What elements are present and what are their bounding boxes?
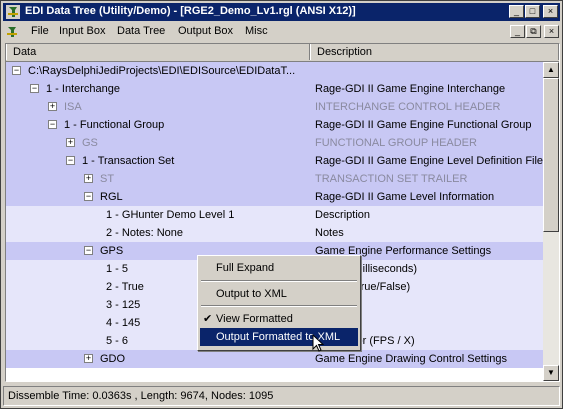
expand-icon[interactable]: + xyxy=(48,102,57,111)
tree-node-description: Rage-GDI II Game Level Information xyxy=(315,191,495,203)
tree-row[interactable]: −1 - Interchange Rage-GDI II Game Engine … xyxy=(6,80,543,98)
tree-row[interactable]: 2 - Notes: None Notes xyxy=(6,224,543,242)
tree-node-label: GS xyxy=(82,137,98,149)
minimize-button[interactable]: _ xyxy=(509,5,524,18)
menu-misc[interactable]: Misc xyxy=(245,25,268,37)
column-header-description[interactable]: Description xyxy=(310,44,559,60)
context-menu-item-label: Output to XML xyxy=(216,288,287,300)
mdi-minimize-button[interactable]: _ xyxy=(510,25,525,38)
menu-separator xyxy=(201,280,357,282)
tree-node-description: Description xyxy=(315,209,371,221)
scroll-thumb[interactable] xyxy=(543,78,559,232)
tree-node-label: GPS xyxy=(100,245,124,257)
tree-node-description: TRANSACTION SET TRAILER xyxy=(315,173,468,185)
tree-node-label: 2 - True xyxy=(106,281,144,293)
tree-header: Data Description xyxy=(6,44,559,62)
collapse-icon[interactable]: − xyxy=(30,84,39,93)
column-header-data[interactable]: Data xyxy=(6,44,310,60)
collapse-icon[interactable]: − xyxy=(84,192,93,201)
tree-node-label: ISA xyxy=(64,101,82,113)
tree-node-description: Rage-GDI II Game Engine Functional Group xyxy=(315,119,532,131)
tree-row[interactable]: + ST TRANSACTION SET TRAILER xyxy=(6,170,543,188)
tree-node-label: 4 - 145 xyxy=(106,317,141,329)
tree-node-label: 1 - 5 xyxy=(106,263,129,275)
tree-node-label: C:\RaysDelphiJediProjects\EDI\EDISource\… xyxy=(28,65,296,77)
tree-row[interactable]: − RGL Rage-GDI II Game Level Information xyxy=(6,188,543,206)
mdi-close-button[interactable]: × xyxy=(544,25,559,38)
app-tree-icon xyxy=(6,5,20,19)
tree-node-description: Notes xyxy=(315,227,344,239)
tree-node-description: Rage-GDI II Game Engine Interchange xyxy=(315,83,506,95)
menu-bar: File Input Box Data Tree Output Box Misc xyxy=(3,23,560,41)
tree-row[interactable]: + GDO Game Engine Drawing Control Settings xyxy=(6,350,543,368)
expand-icon[interactable]: + xyxy=(66,138,75,147)
collapse-icon[interactable]: − xyxy=(84,246,93,255)
tree-node-label: 1 - Functional Group xyxy=(64,119,165,131)
tree-node-label: 1 - GHunter Demo Level 1 xyxy=(106,209,235,221)
mdi-restore-button[interactable]: ⧉ xyxy=(526,25,541,38)
context-menu: Full Expand Output to XML ✔ View Formatted O… xyxy=(197,255,361,351)
menu-file[interactable]: File xyxy=(31,25,49,37)
window-title: EDI Data Tree (Utility/Demo) - [RGE2_Dem… xyxy=(25,5,356,17)
context-menu-item[interactable]: Output to XML xyxy=(200,285,358,303)
vertical-scrollbar[interactable]: ▲ ▼ xyxy=(543,62,559,381)
scroll-up-icon[interactable]: ▲ xyxy=(543,62,559,78)
tree-row[interactable]: + ISA INTERCHANGE CONTROL HEADER xyxy=(6,98,543,116)
scroll-down-icon[interactable]: ▼ xyxy=(543,365,559,381)
tree-node-description: FUNCTIONAL GROUP HEADER xyxy=(315,137,477,149)
tree-node-label: 1 - Interchange xyxy=(46,83,120,95)
context-menu-item[interactable]: Output Formatted to XML xyxy=(200,328,358,346)
title-bar[interactable]: EDI Data Tree (Utility/Demo) - [RGE2_Dem… xyxy=(3,3,560,21)
tree-node-description: Game Engine Drawing Control Settings xyxy=(315,353,507,365)
document-tree-icon[interactable] xyxy=(5,25,19,39)
tree-node-label: 3 - 125 xyxy=(106,299,141,311)
collapse-icon[interactable]: − xyxy=(48,120,57,129)
menu-input-box[interactable]: Input Box xyxy=(59,25,105,37)
tree-row[interactable]: 1 - GHunter Demo Level 1 Description xyxy=(6,206,543,224)
menu-output-box[interactable]: Output Box xyxy=(178,25,233,37)
expand-icon[interactable]: + xyxy=(84,174,93,183)
collapse-icon[interactable]: − xyxy=(12,66,21,75)
collapse-icon[interactable]: − xyxy=(66,156,75,165)
expand-icon[interactable]: + xyxy=(84,354,93,363)
tree-node-label: 5 - 6 xyxy=(106,335,129,347)
context-menu-item[interactable]: ✔ View Formatted xyxy=(200,310,358,328)
tree-node-label: RGL xyxy=(100,191,123,203)
tree-node-label: GDO xyxy=(100,353,126,365)
close-button[interactable]: × xyxy=(543,5,558,18)
tree-row[interactable]: − C:\RaysDelphiJediProjects\EDI\EDISource… xyxy=(6,62,543,80)
maximize-button[interactable]: □ xyxy=(525,5,540,18)
context-menu-item[interactable]: Full Expand xyxy=(200,259,358,277)
menu-data-tree[interactable]: Data Tree xyxy=(117,25,165,37)
tree-node-description: INTERCHANGE CONTROL HEADER xyxy=(315,101,501,113)
tree-node-label: ST xyxy=(100,173,115,185)
tree-node-description: Rage-GDI II Game Engine Level Definition… xyxy=(315,155,543,167)
menu-separator xyxy=(201,305,357,307)
tree-row[interactable]: −1 - Transaction Set Rage-GDI II Game Eng… xyxy=(6,152,543,170)
tree-row[interactable]: −1 - Functional Group Rage-GDI II Game En… xyxy=(6,116,543,134)
mouse-cursor-icon xyxy=(312,334,325,352)
context-menu-item-label: View Formatted xyxy=(216,313,293,325)
context-menu-item-label: Full Expand xyxy=(216,262,275,274)
app-window: EDI Data Tree (Utility/Demo) - [RGE2_Dem… xyxy=(0,0,563,409)
tree-node-label: 1 - Transaction Set xyxy=(82,155,175,167)
tree-node-label: 2 - Notes: None xyxy=(106,227,184,239)
tree-row[interactable]: + GS FUNCTIONAL GROUP HEADER xyxy=(6,134,543,152)
status-bar: Dissemble Time: 0.0363s , Length: 9674, … xyxy=(3,386,560,406)
checkmark-icon: ✔ xyxy=(203,313,213,325)
